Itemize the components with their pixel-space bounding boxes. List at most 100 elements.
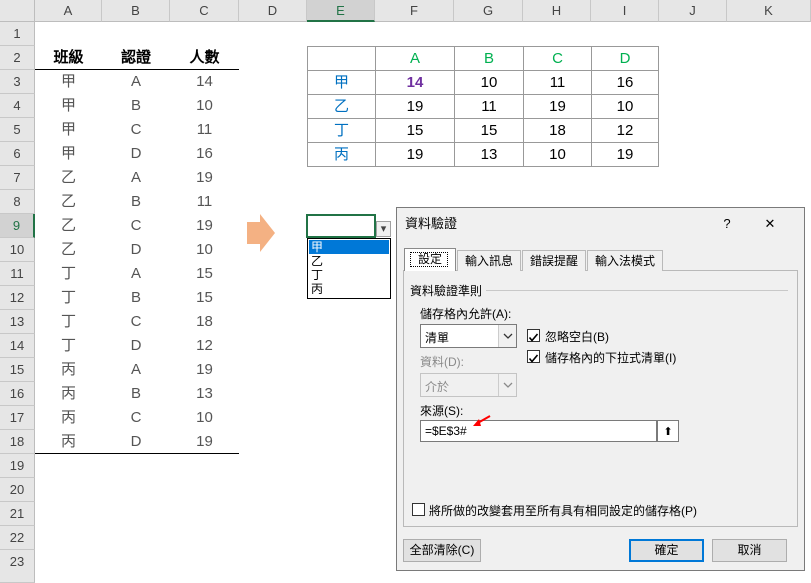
- row-header-18[interactable]: 18: [0, 430, 35, 454]
- row-header-22[interactable]: 22: [0, 526, 35, 550]
- table-cell[interactable]: 乙: [35, 166, 102, 190]
- matrix-cell[interactable]: 13: [454, 142, 524, 167]
- matrix-cell[interactable]: 19: [523, 94, 592, 119]
- help-button[interactable]: ?: [717, 214, 737, 234]
- table-cell[interactable]: 丁: [35, 334, 102, 358]
- row-header-11[interactable]: 11: [0, 262, 35, 286]
- table-cell[interactable]: B: [102, 94, 170, 118]
- matrix-corner[interactable]: [307, 46, 376, 71]
- matrix-cell[interactable]: 19: [591, 142, 659, 167]
- table-cell[interactable]: D: [102, 334, 170, 358]
- header-class[interactable]: 班級: [35, 46, 102, 70]
- allow-select[interactable]: 清單: [420, 324, 517, 348]
- row-header-5[interactable]: 5: [0, 118, 35, 142]
- matrix-cell[interactable]: 19: [375, 94, 455, 119]
- tab-input-message[interactable]: 輸入訊息: [457, 250, 521, 271]
- matrix-row-label[interactable]: 丙: [307, 142, 376, 167]
- matrix-cell[interactable]: 18: [523, 118, 592, 143]
- in-cell-dropdown-checkbox[interactable]: [527, 350, 540, 363]
- close-icon[interactable]: ✕: [760, 214, 780, 234]
- table-cell[interactable]: 18: [170, 310, 239, 334]
- row-header-15[interactable]: 15: [0, 358, 35, 382]
- ok-button[interactable]: 確定: [629, 539, 704, 562]
- table-cell[interactable]: D: [102, 142, 170, 166]
- table-cell[interactable]: 15: [170, 286, 239, 310]
- row-header-13[interactable]: 13: [0, 310, 35, 334]
- row-header-6[interactable]: 6: [0, 142, 35, 166]
- table-cell[interactable]: A: [102, 70, 170, 94]
- row-header-21[interactable]: 21: [0, 502, 35, 526]
- column-header-b[interactable]: B: [102, 0, 170, 22]
- row-header-12[interactable]: 12: [0, 286, 35, 310]
- table-cell[interactable]: B: [102, 382, 170, 406]
- table-cell[interactable]: 丙: [35, 430, 102, 454]
- column-header-j[interactable]: J: [659, 0, 727, 22]
- row-header-4[interactable]: 4: [0, 94, 35, 118]
- table-cell[interactable]: 乙: [35, 190, 102, 214]
- dropdown-item[interactable]: 甲: [309, 240, 389, 254]
- table-cell[interactable]: 19: [170, 166, 239, 190]
- row-header-10[interactable]: 10: [0, 238, 35, 262]
- matrix-row-label[interactable]: 乙: [307, 94, 376, 119]
- column-header-h[interactable]: H: [523, 0, 591, 22]
- column-header-g[interactable]: G: [454, 0, 523, 22]
- table-cell[interactable]: D: [102, 430, 170, 454]
- table-cell[interactable]: 10: [170, 94, 239, 118]
- table-cell[interactable]: A: [102, 166, 170, 190]
- matrix-cell[interactable]: 11: [454, 94, 524, 119]
- table-cell[interactable]: 乙: [35, 214, 102, 238]
- table-cell[interactable]: 甲: [35, 118, 102, 142]
- matrix-cell[interactable]: 10: [454, 70, 524, 95]
- select-all-corner[interactable]: [0, 0, 35, 22]
- matrix-cell[interactable]: 14: [375, 70, 455, 95]
- matrix-col-header[interactable]: A: [375, 46, 455, 71]
- table-cell[interactable]: A: [102, 262, 170, 286]
- tab-error-alert[interactable]: 錯誤提醒: [522, 250, 586, 271]
- table-cell[interactable]: 丁: [35, 262, 102, 286]
- header-cert[interactable]: 認證: [102, 46, 170, 70]
- table-cell[interactable]: 19: [170, 214, 239, 238]
- row-header-8[interactable]: 8: [0, 190, 35, 214]
- matrix-row-label[interactable]: 甲: [307, 70, 376, 95]
- active-cell-e9[interactable]: [306, 214, 376, 238]
- column-header-a[interactable]: A: [35, 0, 102, 22]
- column-header-k[interactable]: K: [727, 0, 811, 22]
- row-header-2[interactable]: 2: [0, 46, 35, 70]
- collapse-dialog-button[interactable]: ⬆: [657, 420, 679, 442]
- matrix-cell[interactable]: 19: [375, 142, 455, 167]
- matrix-cell[interactable]: 15: [454, 118, 524, 143]
- table-cell[interactable]: C: [102, 214, 170, 238]
- row-header-23[interactable]: 23: [0, 550, 35, 583]
- ignore-blank-label[interactable]: 忽略空白(B): [545, 328, 609, 345]
- row-header-9[interactable]: 9: [0, 214, 35, 238]
- column-header-d[interactable]: D: [239, 0, 307, 22]
- table-cell[interactable]: 丁: [35, 310, 102, 334]
- row-header-20[interactable]: 20: [0, 478, 35, 502]
- table-cell[interactable]: 丙: [35, 382, 102, 406]
- matrix-cell[interactable]: 12: [591, 118, 659, 143]
- table-cell[interactable]: 丙: [35, 358, 102, 382]
- table-cell[interactable]: 10: [170, 406, 239, 430]
- table-cell[interactable]: 12: [170, 334, 239, 358]
- table-cell[interactable]: B: [102, 286, 170, 310]
- matrix-cell[interactable]: 10: [523, 142, 592, 167]
- column-header-e[interactable]: E: [307, 0, 375, 22]
- table-cell[interactable]: 10: [170, 238, 239, 262]
- dropdown-arrow-button[interactable]: ▾: [376, 221, 391, 237]
- row-header-17[interactable]: 17: [0, 406, 35, 430]
- table-cell[interactable]: 丁: [35, 286, 102, 310]
- matrix-col-header[interactable]: D: [591, 46, 659, 71]
- table-cell[interactable]: 19: [170, 430, 239, 454]
- clear-all-button[interactable]: 全部清除(C): [403, 539, 481, 562]
- table-cell[interactable]: 14: [170, 70, 239, 94]
- header-count[interactable]: 人數: [170, 46, 239, 70]
- apply-all-checkbox[interactable]: [412, 503, 425, 516]
- dropdown-item[interactable]: 丙: [309, 282, 389, 296]
- row-header-14[interactable]: 14: [0, 334, 35, 358]
- row-header-3[interactable]: 3: [0, 70, 35, 94]
- table-cell[interactable]: 11: [170, 118, 239, 142]
- matrix-row-label[interactable]: 丁: [307, 118, 376, 143]
- matrix-cell[interactable]: 11: [523, 70, 592, 95]
- column-header-i[interactable]: I: [591, 0, 659, 22]
- dropdown-item[interactable]: 乙: [309, 254, 389, 268]
